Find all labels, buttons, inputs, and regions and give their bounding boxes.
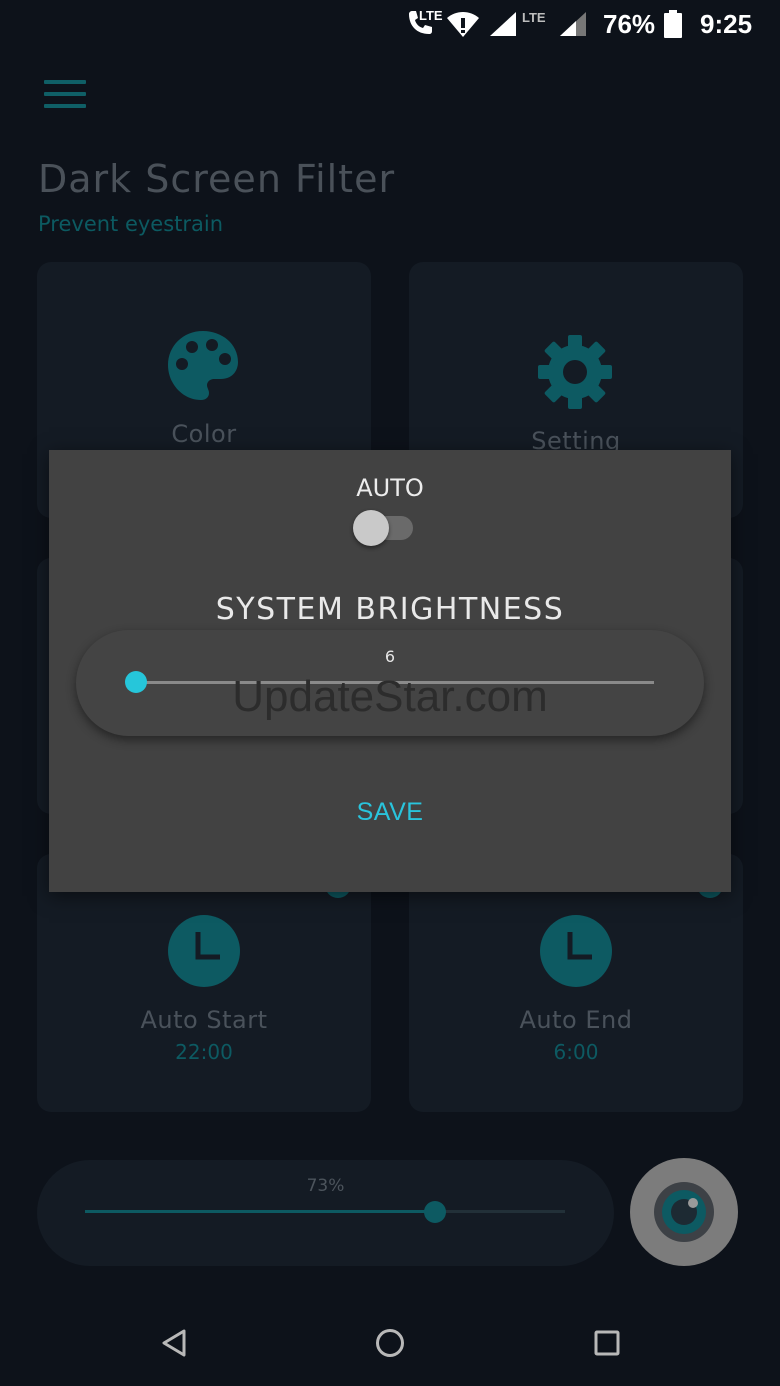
auto-label: AUTO (356, 474, 424, 502)
filter-value-label: 73% (306, 1176, 345, 1196)
system-brightness-heading: SYSTEM BRIGHTNESS (215, 592, 565, 627)
home-icon[interactable] (375, 1328, 405, 1362)
battery-icon (664, 10, 682, 42)
lte-call-icon: LTE (404, 8, 444, 42)
clock-icon (167, 914, 241, 992)
auto-end-label: Auto End (519, 1006, 633, 1034)
filter-slider-track[interactable] (85, 1210, 565, 1213)
signal-icon (490, 12, 516, 40)
save-button[interactable]: SAVE (340, 790, 440, 834)
filter-slider-panel: 73% (37, 1160, 614, 1266)
brightness-value: 6 (384, 647, 396, 666)
status-bar: LTE LTE 76% 9:25 (0, 0, 780, 50)
auto-switch-thumb[interactable] (353, 510, 389, 546)
clock-time: 9:25 (700, 9, 753, 39)
palette-icon (165, 328, 241, 408)
menu-icon[interactable] (44, 80, 86, 108)
signal-2-icon (560, 12, 586, 40)
wifi-icon (446, 10, 480, 42)
watermark: UpdateStar.com (232, 672, 548, 721)
lte-tag-1: LTE (419, 8, 443, 23)
auto-end-time: 6:00 (553, 1040, 599, 1064)
auto-end-card[interactable]: Auto End 6:00 (409, 854, 743, 1112)
auto-start-label: Auto Start (140, 1006, 268, 1034)
lte-tag-2: LTE (522, 10, 546, 25)
eye-toggle-button[interactable] (630, 1158, 738, 1266)
filter-slider-thumb[interactable] (424, 1201, 447, 1223)
recents-icon[interactable] (594, 1330, 620, 1360)
navigation-bar (0, 1300, 780, 1386)
battery-percent: 76% (603, 9, 656, 39)
auto-start-card[interactable]: Auto Start 22:00 (37, 854, 371, 1112)
filter-slider-fill (85, 1210, 436, 1213)
page-title: Dark Screen Filter (38, 157, 396, 201)
eye-icon (654, 1182, 714, 1242)
clock-icon (539, 914, 613, 992)
back-icon[interactable] (160, 1328, 188, 1362)
auto-start-time: 22:00 (175, 1040, 233, 1064)
page-subtitle: Prevent eyestrain (38, 212, 224, 236)
color-card-label: Color (171, 420, 237, 448)
gear-icon (537, 334, 613, 414)
